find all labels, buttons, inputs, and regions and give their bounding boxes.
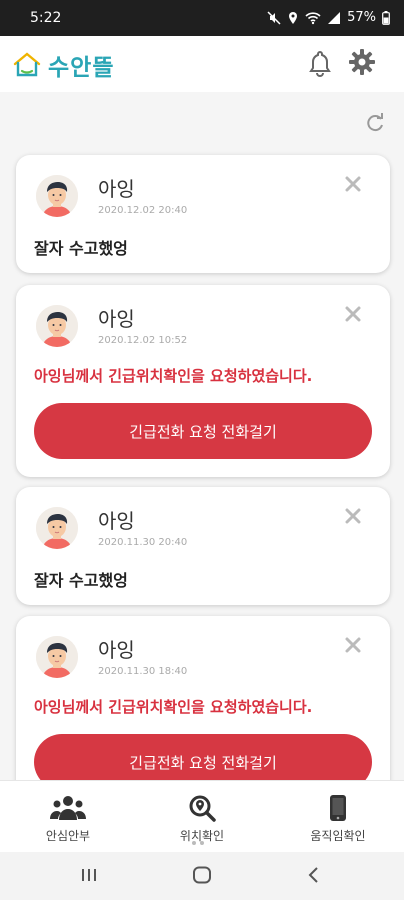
close-icon[interactable] (344, 636, 362, 654)
notification-card: 아잉 2020.12.02 20:40 잘자 수고했엉 (16, 155, 390, 273)
nav-item-location-check[interactable]: 위치확인 (142, 793, 262, 844)
nav-item-motion-check[interactable]: 움직임확인 (278, 793, 398, 844)
avatar (36, 175, 78, 217)
notification-message: 잘자 수고했엉 (34, 239, 128, 258)
signal-icon (328, 11, 341, 24)
alert-message: 아잉님께서 긴급위치확인을 요청하였습니다. (34, 367, 313, 385)
mute-icon (267, 10, 281, 25)
app-bar: 수안뜰 (0, 36, 404, 92)
system-nav-bar (0, 852, 404, 900)
close-icon[interactable] (344, 507, 362, 525)
bell-icon[interactable] (306, 49, 334, 77)
sender-name: 아잉 (98, 509, 135, 533)
sender-name: 아잉 (98, 638, 135, 662)
status-icons: 57% (267, 10, 390, 25)
home-icon[interactable] (192, 866, 212, 884)
notification-card: 아잉 2020.12.02 10:52 아잉님께서 긴급위치확인을 요청하였습니… (16, 285, 390, 477)
nav-item-safety-check[interactable]: 안심안부 (8, 793, 128, 844)
notification-message: 잘자 수고했엉 (34, 571, 128, 590)
sender-name: 아잉 (98, 307, 135, 331)
wifi-icon (305, 11, 321, 24)
location-status-icon (289, 11, 298, 24)
app-logo: 수안뜰 (12, 48, 114, 82)
close-icon[interactable] (344, 175, 362, 193)
avatar (36, 636, 78, 678)
location-search-icon (189, 795, 216, 822)
phone-device-icon (330, 795, 346, 821)
app-title: 수안뜰 (48, 55, 115, 81)
nav-label: 움직임확인 (310, 829, 366, 843)
battery-percent: 57% (347, 10, 376, 25)
avatar (36, 507, 78, 549)
page-indicator (192, 841, 204, 845)
gear-icon[interactable] (348, 48, 376, 76)
battery-icon (382, 10, 390, 25)
house-logo-icon (13, 52, 41, 77)
notification-date: 2020.12.02 20:40 (98, 205, 188, 216)
notification-date: 2020.11.30 18:40 (98, 666, 188, 677)
status-bar: 5:22 57% (0, 0, 404, 36)
status-time: 5:22 (30, 10, 62, 26)
emergency-call-button[interactable]: 긴급전화 요청 전화걸기 (34, 403, 372, 459)
sender-name: 아잉 (98, 177, 135, 201)
notification-card: 아잉 2020.11.30 20:40 잘자 수고했엉 (16, 487, 390, 605)
users-icon (50, 796, 86, 820)
close-icon[interactable] (344, 305, 362, 323)
nav-label: 안심안부 (45, 829, 91, 843)
back-icon[interactable] (306, 866, 322, 884)
notification-date: 2020.12.02 10:52 (98, 335, 188, 346)
avatar (36, 305, 78, 347)
refresh-icon[interactable] (364, 112, 386, 134)
notification-date: 2020.11.30 20:40 (98, 537, 188, 548)
alert-message: 아잉님께서 긴급위치확인을 요청하였습니다. (34, 698, 313, 716)
recent-apps-icon[interactable] (80, 866, 98, 884)
